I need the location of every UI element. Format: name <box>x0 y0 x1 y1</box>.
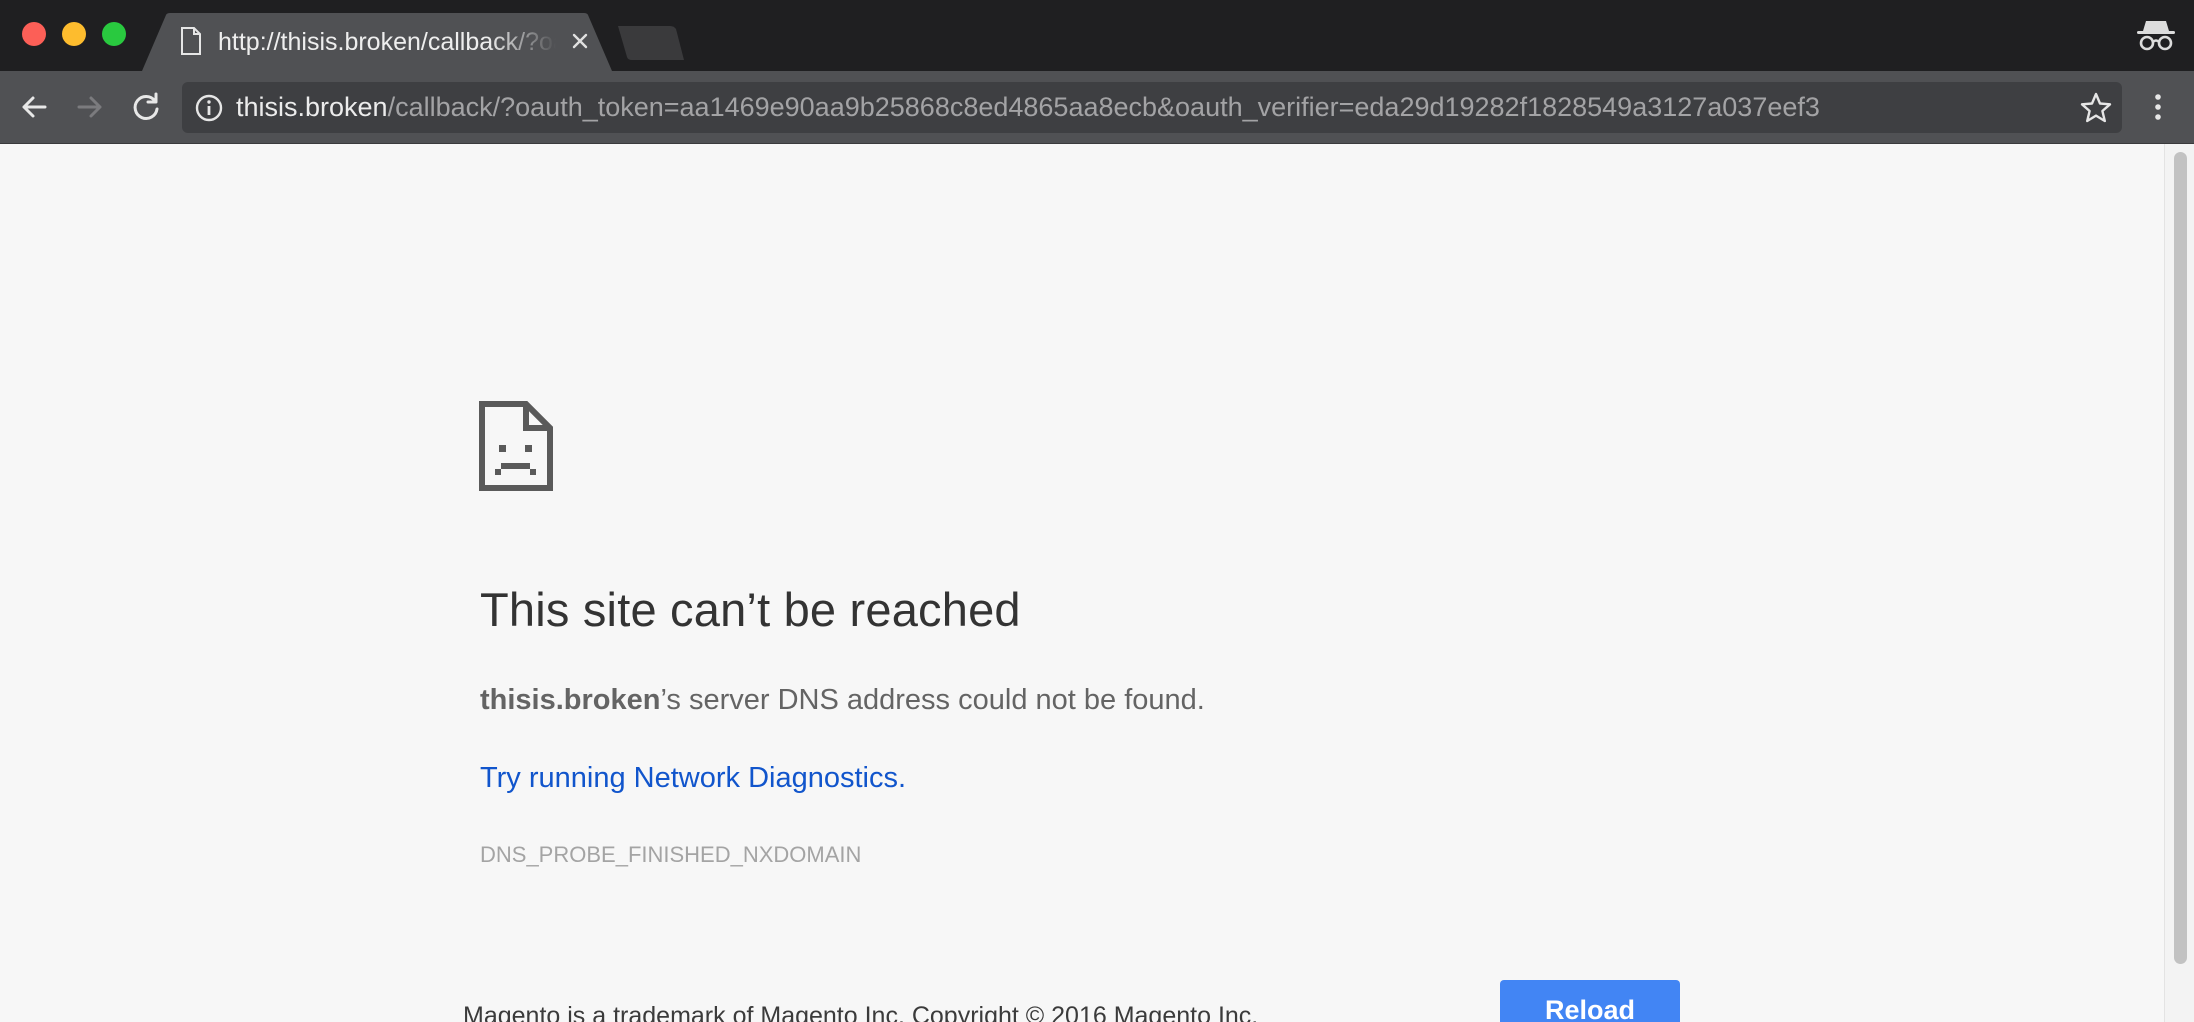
error-heading: This site can’t be reached <box>480 583 1021 636</box>
vertical-scrollbar[interactable] <box>2164 144 2194 1022</box>
url-text[interactable]: thisis.broken/callback/?oauth_token=aa14… <box>236 82 2046 133</box>
kebab-menu-icon <box>2155 94 2161 120</box>
back-arrow-icon <box>22 96 47 118</box>
reload-icon <box>133 92 159 120</box>
bookmark-star-icon[interactable] <box>2078 90 2114 126</box>
scrollbar-thumb[interactable] <box>2174 152 2187 964</box>
error-description-text: ’s server DNS address could not be found… <box>660 684 1205 716</box>
footer-text: Magento is a trademark of Magento Inc. C… <box>463 1002 1259 1022</box>
tab-title: http://thisis.broken/callback/?oauth_tok… <box>218 28 556 56</box>
reload-button[interactable] <box>126 87 166 127</box>
page-icon <box>181 27 201 55</box>
sad-page-icon <box>479 401 553 491</box>
active-tab[interactable]: http://thisis.broken/callback/?oauth_tok… <box>142 13 612 71</box>
window-minimize-button[interactable] <box>62 22 86 46</box>
new-tab-button[interactable] <box>618 26 684 60</box>
incognito-icon <box>2137 21 2175 51</box>
address-bar[interactable]: thisis.broken/callback/?oauth_token=aa14… <box>182 82 2122 133</box>
diagnostics-period: . <box>897 762 907 794</box>
browser-menu-button[interactable] <box>2138 87 2178 127</box>
diagnostics-line: Try running Network Diagnostics. <box>480 762 906 795</box>
close-icon[interactable] <box>566 27 594 55</box>
window-zoom-button[interactable] <box>102 22 126 46</box>
reload-page-button[interactable]: Reload <box>1500 980 1680 1022</box>
error-host: thisis.broken <box>480 684 661 716</box>
url-host: thisis.broken <box>236 92 388 122</box>
tab-strip: http://thisis.broken/callback/?oauth_tok… <box>0 0 2194 71</box>
back-button[interactable] <box>14 87 54 127</box>
page-content: This site can’t be reached thisis.broken… <box>0 144 2164 1022</box>
error-code: DNS_PROBE_FINISHED_NXDOMAIN <box>480 842 862 867</box>
window-close-button[interactable] <box>22 22 46 46</box>
browser-toolbar: thisis.broken/callback/?oauth_token=aa14… <box>0 71 2194 144</box>
forward-button[interactable] <box>70 87 110 127</box>
info-icon[interactable] <box>194 93 224 123</box>
network-diagnostics-link[interactable]: Try running Network Diagnostics <box>480 762 898 794</box>
forward-arrow-icon <box>77 96 102 118</box>
url-path: /callback/?oauth_token=aa1469e90aa9b2586… <box>387 92 1820 122</box>
error-description: thisis.broken’s server DNS address could… <box>480 684 1205 717</box>
